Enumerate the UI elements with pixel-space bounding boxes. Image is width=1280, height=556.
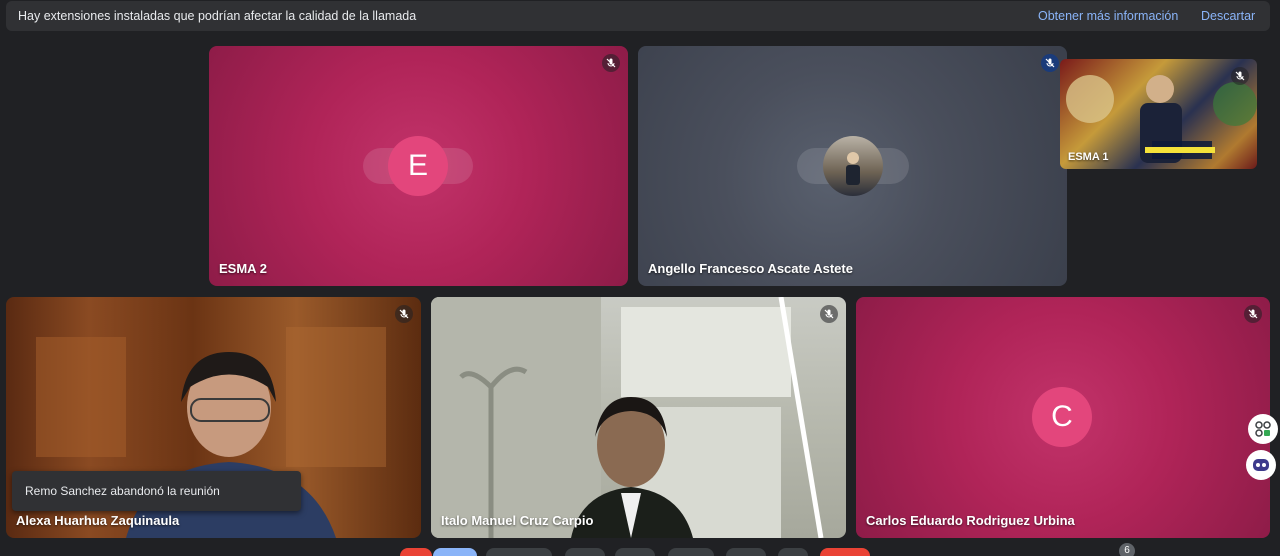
more-info-link[interactable]: Obtener más información [1038,9,1178,23]
control-button[interactable] [433,548,477,556]
person-photo-icon [846,152,860,185]
avatar-initial: E [407,149,428,182]
participant-name: Angello Francesco Ascate Astete [648,261,853,276]
control-button[interactable] [486,548,552,556]
avatar-initial: C [1051,400,1073,433]
people-count-badge: 6 [1119,543,1135,556]
control-button[interactable] [726,548,766,556]
avatar [823,136,883,196]
participant-name: Carlos Eduardo Rodriguez Urbina [866,513,1075,528]
extension-button[interactable] [1246,450,1276,480]
mic-off-icon [1244,305,1262,323]
avatar: E [388,136,448,196]
participant-tile-carlos[interactable]: C Carlos Eduardo Rodriguez Urbina [856,297,1270,538]
extensions-warning-banner: Hay extensiones instaladas que podrían a… [6,1,1270,31]
dismiss-button[interactable]: Descartar [1201,9,1255,23]
leave-call-button[interactable] [820,548,870,556]
participant-tile-esma1[interactable]: ESMA 1 [1060,59,1257,169]
control-button[interactable] [668,548,714,556]
bottom-controls-bar [0,548,1280,556]
mic-off-icon [820,305,838,323]
apps-icon [1255,421,1271,437]
participant-name: ESMA 2 [219,261,267,276]
participant-name: ESMA 1 [1068,151,1109,163]
control-button[interactable] [615,548,655,556]
participant-tile-esma2[interactable]: E ESMA 2 [209,46,628,286]
participant-tile-angello[interactable]: Angello Francesco Ascate Astete [638,46,1067,286]
mic-off-icon [395,305,413,323]
mic-off-icon [1231,67,1249,85]
mic-off-icon [602,54,620,72]
participant-name: Italo Manuel Cruz Carpio [441,513,594,528]
apps-button[interactable] [1248,414,1278,444]
avatar: C [1032,387,1092,447]
end-call-edge[interactable] [400,548,432,556]
extension-face-icon [1253,459,1269,471]
banner-message: Hay extensiones instaladas que podrían a… [18,9,417,23]
participant-tile-italo[interactable]: Italo Manuel Cruz Carpio [431,297,846,538]
participant-name: Alexa Huarhua Zaquinaula [16,513,180,528]
participant-left-toast: Remo Sanchez abandonó la reunión [12,471,301,511]
control-button[interactable] [565,548,605,556]
video-feed [431,297,824,538]
mic-off-icon [1041,54,1059,72]
control-button[interactable] [778,548,808,556]
toast-message: Remo Sanchez abandonó la reunión [25,484,220,498]
